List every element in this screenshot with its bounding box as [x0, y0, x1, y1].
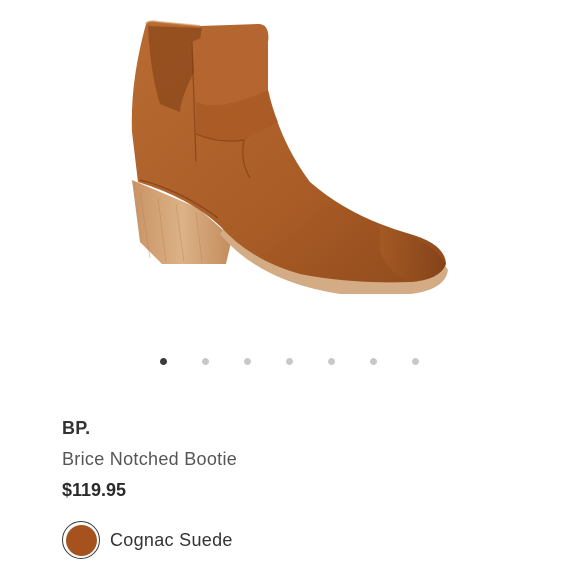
- carousel-dot-1[interactable]: [160, 358, 167, 365]
- color-swatch-selected[interactable]: [62, 521, 100, 559]
- product-image[interactable]: [110, 12, 460, 312]
- color-swatch-fill: [65, 524, 97, 556]
- carousel-dot-3[interactable]: [244, 358, 251, 365]
- carousel-dot-6[interactable]: [370, 358, 377, 365]
- color-name: Cognac Suede: [110, 529, 233, 550]
- carousel-dot-7[interactable]: [412, 358, 419, 365]
- carousel-dot-2[interactable]: [202, 358, 209, 365]
- color-selector[interactable]: Cognac Suede: [62, 519, 233, 561]
- image-carousel-dots: [0, 358, 580, 368]
- carousel-dot-5[interactable]: [328, 358, 335, 365]
- brand-name[interactable]: BP.: [62, 418, 90, 439]
- carousel-dot-4[interactable]: [286, 358, 293, 365]
- product-price: $119.95: [62, 480, 127, 500]
- product-name: Brice Notched Bootie: [62, 449, 238, 469]
